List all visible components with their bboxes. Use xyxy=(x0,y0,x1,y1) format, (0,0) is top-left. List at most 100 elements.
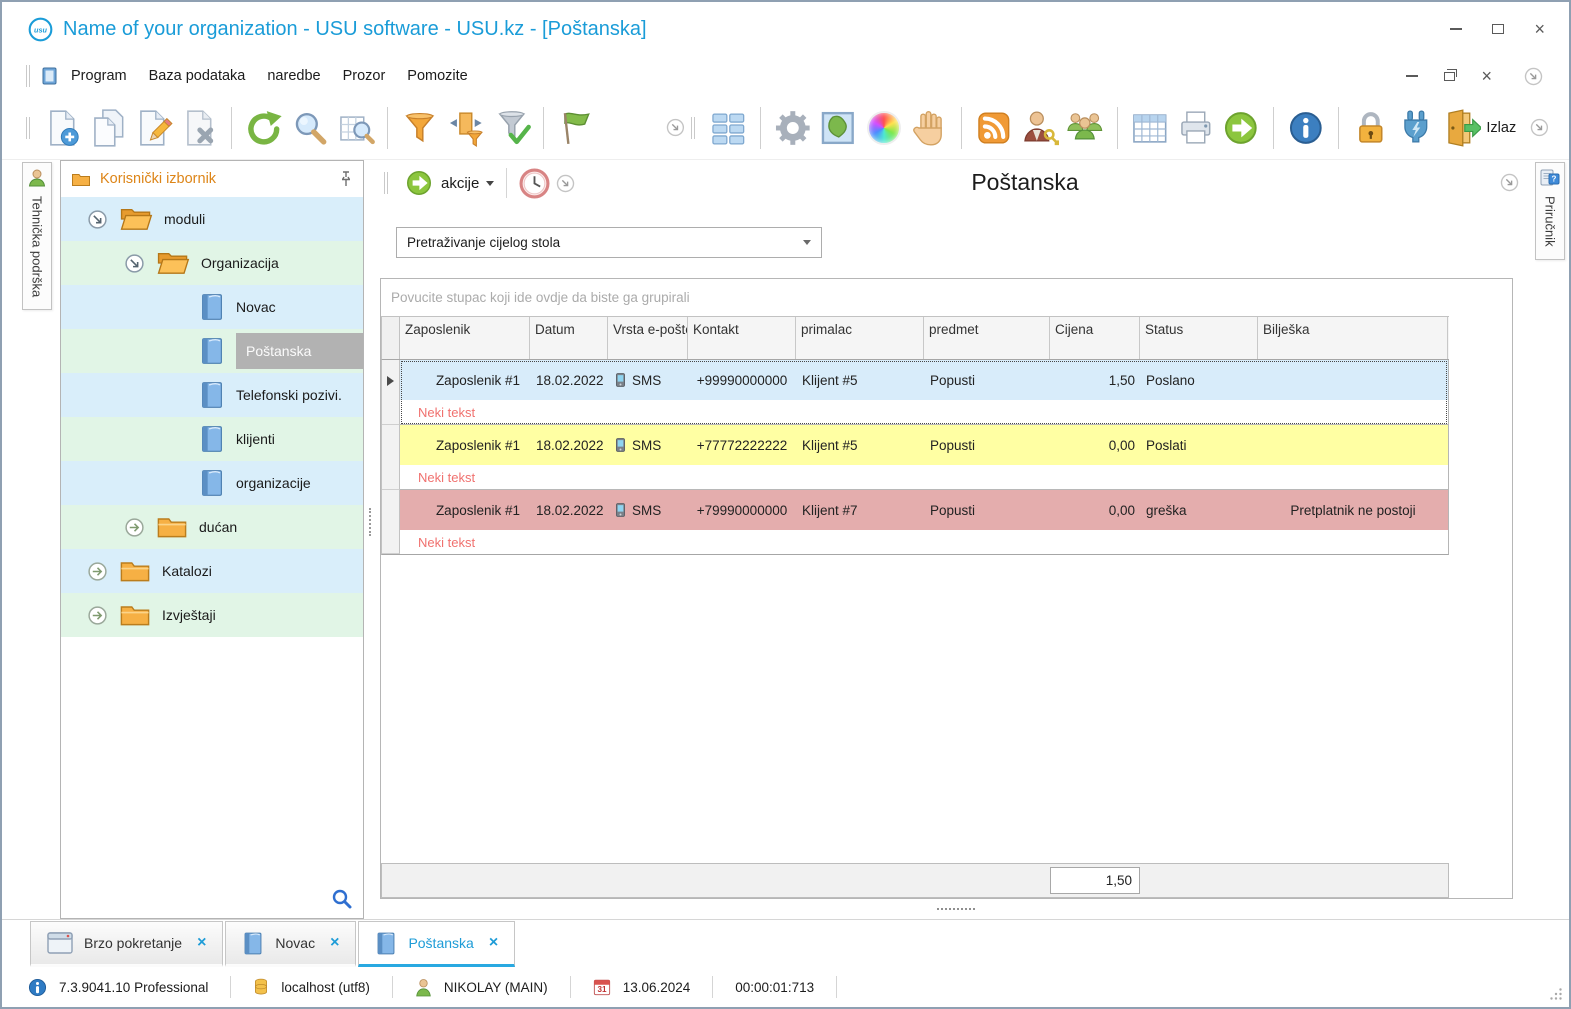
mdi-close-icon[interactable]: × xyxy=(1481,67,1492,85)
expand-collapse-icon[interactable] xyxy=(87,561,108,582)
table-icon[interactable] xyxy=(1130,108,1170,148)
printer-icon[interactable] xyxy=(1176,108,1216,148)
close-icon[interactable]: × xyxy=(197,934,206,952)
menu-program[interactable]: Program xyxy=(71,68,127,84)
search-combobox[interactable]: Pretraživanje cijelog stola xyxy=(396,226,822,258)
expand-collapse-icon[interactable] xyxy=(87,605,108,626)
filter-icon[interactable] xyxy=(400,108,440,148)
tab-tehnicka-podrska[interactable]: Tehnička podrška xyxy=(22,162,52,311)
rss-icon[interactable] xyxy=(974,108,1014,148)
sms-phone-icon xyxy=(616,373,625,387)
open-windows-tabbar: Brzo pokretanje × Novac × Poštanska × xyxy=(2,919,1569,967)
copy-record-icon[interactable] xyxy=(89,108,129,148)
expand-collapse-icon[interactable] xyxy=(124,517,145,538)
close-icon[interactable]: × xyxy=(1534,20,1545,38)
user-key-icon[interactable] xyxy=(1020,108,1060,148)
filter-columns-icon[interactable] xyxy=(446,108,486,148)
expand-collapse-icon[interactable] xyxy=(124,253,145,274)
refresh-icon[interactable] xyxy=(244,108,284,148)
resize-grip-icon[interactable] xyxy=(1549,987,1563,1001)
menu-pomozite[interactable]: Pomozite xyxy=(407,68,467,84)
tree-item-izvjestaji[interactable]: Izvještaji xyxy=(61,593,363,637)
column-header-kontakt[interactable]: Kontakt xyxy=(688,317,796,359)
table-row[interactable]: Zaposlenik #1 18.02.2022 SMS +7777222222… xyxy=(382,425,1448,490)
tab-postanska[interactable]: Poštanska × xyxy=(358,921,516,967)
pin-icon[interactable] xyxy=(339,171,353,187)
tab-brzo-pokretanje[interactable]: Brzo pokretanje × xyxy=(30,921,224,967)
tree-item-organizacija[interactable]: Organizacija xyxy=(61,241,363,285)
search-icon[interactable] xyxy=(290,108,330,148)
expand-collapse-icon[interactable] xyxy=(87,209,108,230)
column-header-zaposlenik[interactable]: Zaposlenik xyxy=(400,317,530,359)
tab-novac[interactable]: Novac × xyxy=(225,921,357,967)
menu-baza-podataka[interactable]: Baza podataka xyxy=(149,68,246,84)
column-header-biljeska[interactable]: Bilješka xyxy=(1258,317,1448,359)
cell-primalac: Klijent #5 xyxy=(802,372,858,388)
delete-record-icon[interactable] xyxy=(180,108,220,148)
edit-record-icon[interactable] xyxy=(134,108,174,148)
column-header-datum[interactable]: Datum xyxy=(530,317,608,359)
status-version: 7.3.9041.10 Professional xyxy=(28,978,208,997)
table-row[interactable]: Zaposlenik #1 18.02.2022 SMS +9999000000… xyxy=(382,360,1448,425)
table-header-row: Zaposlenik Datum Vrsta e-pošte Kontakt p… xyxy=(381,316,1449,360)
new-record-icon[interactable] xyxy=(43,108,83,148)
hand-icon[interactable] xyxy=(910,108,950,148)
close-icon[interactable]: × xyxy=(489,934,498,952)
chevron-down-icon[interactable] xyxy=(666,118,685,137)
row-note: Neki tekst xyxy=(400,400,1448,424)
plug-icon[interactable] xyxy=(1396,108,1436,148)
menu-prozor[interactable]: Prozor xyxy=(343,68,386,84)
info-icon[interactable] xyxy=(1286,108,1326,148)
go-arrow-icon[interactable] xyxy=(1221,108,1261,148)
search-value: Pretraživanje cijelog stola xyxy=(407,234,561,250)
clock-icon[interactable] xyxy=(519,168,550,199)
row-indicator[interactable] xyxy=(382,425,400,490)
column-header-status[interactable]: Status xyxy=(1140,317,1258,359)
column-header-primalac[interactable]: primalac xyxy=(796,317,924,359)
flag-icon[interactable] xyxy=(556,108,596,148)
chevron-down-icon[interactable] xyxy=(1524,67,1543,86)
row-indicator[interactable] xyxy=(382,360,400,425)
tiles-icon[interactable] xyxy=(708,108,748,148)
settings-gear-icon[interactable] xyxy=(773,108,813,148)
tree-item-novac[interactable]: Novac xyxy=(61,285,363,329)
exit-label[interactable]: Izlaz xyxy=(1486,120,1516,136)
tree-item-telefonski-pozivi[interactable]: Telefonski pozivi. xyxy=(61,373,363,417)
tree-item-ducan[interactable]: dućan xyxy=(61,505,363,549)
exit-door-icon[interactable] xyxy=(1442,108,1482,148)
chevron-down-icon[interactable] xyxy=(556,174,575,193)
lock-icon[interactable] xyxy=(1351,108,1391,148)
cell-cijena: 0,00 xyxy=(1108,437,1135,453)
tree-item-organizacije[interactable]: organizacije xyxy=(61,461,363,505)
cell-predmet: Popusti xyxy=(930,372,976,388)
column-header-vrsta[interactable]: Vrsta e-pošte xyxy=(608,317,688,359)
minimize-icon[interactable] xyxy=(1450,28,1463,30)
tree-item-klijenti[interactable]: klijenti xyxy=(61,417,363,461)
tree-item-katalozi[interactable]: Katalozi xyxy=(61,549,363,593)
tree-search-icon[interactable] xyxy=(331,888,353,910)
tree-item-postanska[interactable]: Poštanska xyxy=(61,329,363,373)
row-indicator[interactable] xyxy=(382,490,400,554)
cell-status: Poslano xyxy=(1146,372,1195,388)
panel-splitter[interactable] xyxy=(364,160,376,919)
close-icon[interactable]: × xyxy=(330,934,339,952)
mdi-restore-icon[interactable] xyxy=(1444,68,1458,81)
color-wheel-icon[interactable] xyxy=(866,110,901,145)
menu-naredbe[interactable]: naredbe xyxy=(267,68,320,84)
map-icon[interactable] xyxy=(818,108,858,148)
cell-cijena: 1,50 xyxy=(1108,372,1135,388)
actions-button[interactable]: akcije xyxy=(404,168,495,198)
chevron-down-icon[interactable] xyxy=(1530,118,1549,137)
user-group-icon[interactable] xyxy=(1065,108,1105,148)
column-header-predmet[interactable]: predmet xyxy=(924,317,1050,359)
tab-prirucnik[interactable]: ? Priručnik xyxy=(1535,162,1565,260)
filter-apply-icon[interactable] xyxy=(492,108,532,148)
horizontal-splitter[interactable] xyxy=(376,899,1535,919)
table-row[interactable]: Zaposlenik #1 18.02.2022 SMS +7999000000… xyxy=(382,490,1448,554)
tree-item-moduli[interactable]: moduli xyxy=(61,197,363,241)
search-table-icon[interactable] xyxy=(336,108,376,148)
maximize-icon[interactable] xyxy=(1492,24,1505,34)
column-header-cijena[interactable]: Cijena xyxy=(1050,317,1140,359)
mdi-minimize-icon[interactable] xyxy=(1406,75,1419,77)
chevron-down-icon[interactable] xyxy=(1500,173,1519,192)
